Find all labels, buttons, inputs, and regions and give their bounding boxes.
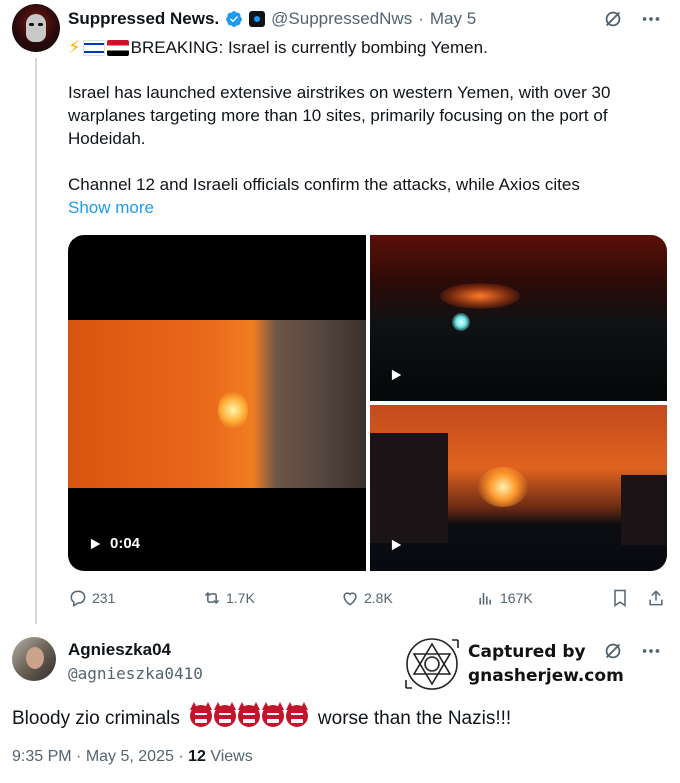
grok-icon[interactable] bbox=[602, 8, 624, 30]
reply-date[interactable]: May 5, 2025 bbox=[86, 748, 174, 765]
repost-icon bbox=[204, 591, 220, 605]
avatar[interactable] bbox=[12, 4, 60, 52]
reply-body: Bloody zio criminals worse than the Nazi… bbox=[12, 702, 512, 733]
ogre-emoji-icon bbox=[285, 702, 308, 727]
video-top-right[interactable] bbox=[370, 235, 667, 401]
show-more-link[interactable]: Show more bbox=[68, 196, 658, 219]
reply-actions-top bbox=[602, 640, 662, 662]
more-icon[interactable] bbox=[640, 640, 662, 662]
watermark-line1: Captured by bbox=[468, 642, 586, 662]
thread-line bbox=[35, 58, 37, 624]
tweet-paragraph: Israel has launched extensive airstrikes… bbox=[68, 83, 611, 148]
tweet-body: ⚡ BREAKING: Israel is currently bombing … bbox=[68, 36, 658, 219]
ogre-emoji-icon bbox=[237, 702, 260, 727]
verified-badge-icon bbox=[226, 11, 243, 27]
star-of-david-seal-icon bbox=[405, 638, 459, 690]
video-main[interactable]: 0:04 bbox=[68, 235, 366, 571]
like-icon bbox=[343, 592, 357, 606]
tweet-action-bar: 231 1.7K 2.8K 167K bbox=[68, 588, 668, 610]
tweet-date[interactable]: May 5 bbox=[430, 9, 476, 29]
more-icon[interactable] bbox=[640, 8, 662, 30]
watermark-line2: gnasherjew.com bbox=[468, 666, 624, 686]
reply-author-name[interactable]: Agnieszka04 bbox=[68, 640, 171, 660]
lightning-icon: ⚡ bbox=[68, 37, 81, 57]
devil-emoji-group bbox=[189, 702, 310, 733]
views-icon bbox=[479, 593, 491, 605]
repost-button[interactable]: 1.7K bbox=[202, 588, 255, 608]
separator: · bbox=[418, 9, 424, 28]
author-handle[interactable]: @SuppressedNws bbox=[271, 9, 412, 29]
reply-icon bbox=[70, 590, 86, 607]
ogre-emoji-icon bbox=[189, 702, 212, 727]
share-icon bbox=[649, 590, 663, 606]
reply-views-count: 12 bbox=[188, 748, 206, 765]
affiliate-badge-icon bbox=[249, 11, 266, 27]
like-button[interactable]: 2.8K bbox=[340, 588, 393, 608]
tweet-headline-row: ⚡ BREAKING: Israel is currently bombing … bbox=[68, 36, 658, 59]
ogre-emoji-icon bbox=[261, 702, 284, 727]
bookmark-icon bbox=[614, 589, 626, 607]
reply-time[interactable]: 9:35 PM bbox=[12, 748, 72, 765]
reply-author-handle[interactable]: @agnieszka0410 bbox=[68, 664, 203, 683]
author-name[interactable]: Suppressed News. bbox=[68, 9, 219, 29]
reply-meta: 9:35 PM · May 5, 2025 · 12 Views bbox=[12, 748, 253, 765]
views-button[interactable]: 167K bbox=[476, 588, 533, 608]
yemen-flag-icon bbox=[106, 39, 129, 56]
grok-icon[interactable] bbox=[602, 640, 624, 662]
reply-text-end: worse than the Nazis!!! bbox=[317, 708, 512, 729]
tweet-header: Suppressed News. @SuppressedNws · May 5 bbox=[68, 8, 476, 30]
reply-text-start: Bloody zio criminals bbox=[12, 708, 180, 729]
play-icon[interactable] bbox=[384, 363, 408, 387]
media-grid: 0:04 bbox=[68, 235, 667, 571]
video-frame bbox=[68, 320, 366, 488]
tweet-headline: BREAKING: Israel is currently bombing Ye… bbox=[130, 38, 488, 57]
watermark: Captured by gnasherjew.com bbox=[398, 634, 628, 694]
reply-avatar[interactable] bbox=[12, 637, 56, 681]
play-icon[interactable] bbox=[88, 537, 102, 551]
ogre-emoji-icon bbox=[213, 702, 236, 727]
reply-button[interactable]: 231 bbox=[68, 588, 115, 608]
israel-flag-icon bbox=[82, 39, 105, 56]
tweet-paragraph: Channel 12 and Israeli officials confirm… bbox=[68, 175, 580, 194]
video-bottom-right[interactable] bbox=[370, 405, 667, 571]
tweet-actions-top bbox=[602, 8, 662, 30]
share-button[interactable] bbox=[646, 588, 666, 608]
play-icon[interactable] bbox=[384, 533, 408, 557]
bookmark-button[interactable] bbox=[610, 588, 630, 608]
video-duration: 0:04 bbox=[88, 535, 140, 552]
reply-views-label: Views bbox=[210, 748, 253, 765]
